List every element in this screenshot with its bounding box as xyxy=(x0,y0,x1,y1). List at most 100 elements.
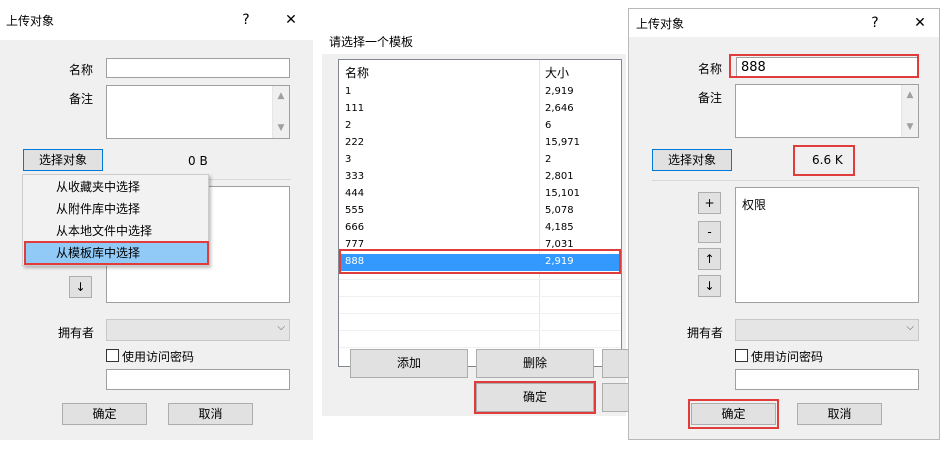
move-down-button[interactable]: ↓ xyxy=(69,276,92,298)
scroll-down-icon[interactable]: ▼ xyxy=(902,119,918,135)
table-row[interactable]: 333 2,801 xyxy=(339,169,621,186)
table-row[interactable]: 444 15,101 xyxy=(339,186,621,203)
cell-name: 666 xyxy=(345,222,365,233)
owner-label: 拥有者 xyxy=(687,326,724,340)
cancel-button[interactable]: 取消 xyxy=(168,403,253,425)
cell-size: 2,801 xyxy=(545,171,574,182)
cell-name: 444 xyxy=(345,188,365,199)
password-checkbox-label: 使用访问密码 xyxy=(751,350,824,364)
cell-size: 4,185 xyxy=(545,222,574,233)
dialog-title: 请选择一个模板 xyxy=(329,35,414,49)
note-label: 备注 xyxy=(698,91,723,105)
menu-item-template-library[interactable]: 从模板库中选择 xyxy=(24,242,207,264)
remove-permission-button[interactable]: - xyxy=(698,221,721,243)
cell-name: 111 xyxy=(345,103,365,114)
object-size: 6.6 K xyxy=(812,153,843,167)
cell-size: 15,101 xyxy=(545,188,580,199)
close-icon[interactable]: ✕ xyxy=(910,13,930,33)
ok-button[interactable]: 确定 xyxy=(62,403,147,425)
template-picker-dialog: 请选择一个模板 名称 大小 1 2,919 111 2,646 2 6 222 15,971 3… xyxy=(322,26,632,416)
cell-name: 1 xyxy=(345,86,352,97)
grid-line xyxy=(339,313,621,314)
table-row[interactable]: 1 2,919 xyxy=(339,84,621,101)
table-row[interactable]: 26 xyxy=(339,118,621,135)
scroll-down-icon[interactable]: ▼ xyxy=(273,120,289,136)
grid-line xyxy=(339,347,621,348)
column-header-name[interactable]: 名称 xyxy=(345,63,369,83)
table-row[interactable]: 555 5,078 xyxy=(339,203,621,220)
ok-button[interactable]: 确定 xyxy=(691,403,776,425)
add-permission-button[interactable]: + xyxy=(698,192,721,214)
chevron-down-icon: ⌵ xyxy=(277,322,285,333)
cell-size: 2,646 xyxy=(545,103,574,114)
column-header-size[interactable]: 大小 xyxy=(545,63,569,83)
title-bar: 请选择一个模板 xyxy=(322,26,626,54)
help-icon[interactable]: ? xyxy=(865,13,885,33)
menu-item-attachments[interactable]: 从附件库中选择 xyxy=(24,198,207,220)
select-object-button[interactable]: 选择对象 xyxy=(23,149,103,171)
grid-line xyxy=(339,279,621,280)
name-field[interactable] xyxy=(106,58,290,78)
note-textarea[interactable]: ▲ ▼ xyxy=(106,85,290,139)
help-icon[interactable]: ? xyxy=(236,10,256,30)
list-header: 名称 大小 xyxy=(339,63,621,85)
note-label: 备注 xyxy=(69,92,94,106)
upload-dialog-right: 上传对象 ? ✕ 名称 888 备注 ▲ ▼ 选择对象 6.6 K + - ↑ … xyxy=(628,8,940,440)
template-list[interactable]: 名称 大小 1 2,919 111 2,646 2 6 222 15,971 3 2 333 2,80… xyxy=(338,59,622,367)
close-icon[interactable]: ✕ xyxy=(281,10,301,30)
note-textarea[interactable]: ▲ ▼ xyxy=(735,84,919,138)
menu-item-favorites[interactable]: 从收藏夹中选择 xyxy=(24,176,207,198)
password-field[interactable] xyxy=(106,369,290,390)
name-label: 名称 xyxy=(69,63,94,77)
cell-size: 6 xyxy=(545,120,552,131)
scroll-up-icon[interactable]: ▲ xyxy=(273,88,289,104)
select-object-button[interactable]: 选择对象 xyxy=(652,149,732,171)
cancel-button[interactable]: 取消 xyxy=(797,403,882,425)
select-source-menu: 从收藏夹中选择 从附件库中选择 从本地文件中选择 从模板库中选择 xyxy=(22,174,209,266)
upload-dialog-left: 上传对象 ? ✕ 名称 备注 ▲ ▼ 选择对象 0 B ↓ 从收藏夹中选择 从附… xyxy=(0,0,313,440)
title-bar: 上传对象 ? ✕ xyxy=(0,0,313,40)
list-item[interactable]: 权限 xyxy=(742,196,766,213)
move-down-button[interactable]: ↓ xyxy=(698,275,721,297)
cell-name: 2 xyxy=(345,120,352,131)
cell-name: 333 xyxy=(345,171,365,182)
cell-name: 3 xyxy=(345,154,352,165)
cell-size: 2 xyxy=(545,154,552,165)
move-up-button[interactable]: ↑ xyxy=(698,248,721,270)
note-scrollbar[interactable]: ▲ ▼ xyxy=(901,85,918,137)
password-checkbox[interactable] xyxy=(106,349,119,362)
table-row[interactable]: 32 xyxy=(339,152,621,169)
table-row[interactable]: 888 2,919 xyxy=(339,254,621,271)
delete-button[interactable]: 删除 xyxy=(476,349,594,378)
name-field[interactable]: 888 xyxy=(736,57,918,77)
password-checkbox[interactable] xyxy=(735,349,748,362)
scroll-up-icon[interactable]: ▲ xyxy=(902,87,918,103)
cell-name: 222 xyxy=(345,137,365,148)
menu-item-local-file[interactable]: 从本地文件中选择 xyxy=(24,220,207,242)
grid-line xyxy=(339,296,621,297)
separator xyxy=(652,180,920,181)
cell-name: 777 xyxy=(345,239,365,250)
title-bar: 上传对象 ? ✕ xyxy=(629,9,939,37)
cell-size: 2,919 xyxy=(545,86,574,97)
chevron-down-icon: ⌵ xyxy=(906,322,914,333)
cell-size: 7,031 xyxy=(545,239,574,250)
name-label: 名称 xyxy=(698,62,723,76)
password-field[interactable] xyxy=(735,369,919,390)
confirm-button[interactable]: 确定 xyxy=(476,383,594,412)
cell-size: 15,971 xyxy=(545,137,580,148)
table-row[interactable]: 111 2,646 xyxy=(339,101,621,118)
table-row[interactable]: 666 4,185 xyxy=(339,220,621,237)
cell-name: 555 xyxy=(345,205,365,216)
cell-size: 2,919 xyxy=(545,256,574,267)
add-button[interactable]: 添加 xyxy=(350,349,468,378)
cell-name: 888 xyxy=(345,256,365,267)
owner-label: 拥有者 xyxy=(58,326,95,340)
permission-list[interactable]: 权限 xyxy=(735,187,919,303)
note-scrollbar[interactable]: ▲ ▼ xyxy=(272,86,289,138)
table-row[interactable]: 222 15,971 xyxy=(339,135,621,152)
table-row[interactable]: 777 7,031 xyxy=(339,237,621,254)
owner-select[interactable]: ⌵ xyxy=(106,319,290,341)
owner-select[interactable]: ⌵ xyxy=(735,319,919,341)
cell-size: 5,078 xyxy=(545,205,574,216)
